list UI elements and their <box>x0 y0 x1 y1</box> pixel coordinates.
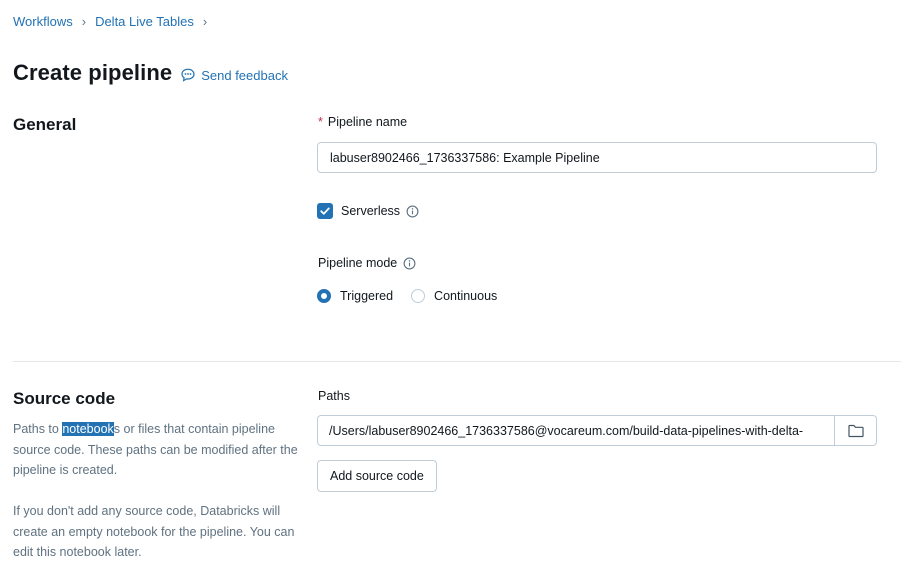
radio-triggered[interactable] <box>317 289 331 303</box>
title-row: Create pipeline Send feedback <box>13 60 288 86</box>
section-heading-general: General <box>13 115 77 134</box>
browse-path-button[interactable] <box>834 416 876 445</box>
info-icon[interactable] <box>406 205 419 218</box>
pipeline-name-label: * Pipeline name <box>318 115 407 129</box>
pipeline-name-value: labuser8902466_1736337586: Example Pipel… <box>330 150 600 165</box>
check-icon <box>320 207 330 215</box>
pipeline-name-input[interactable]: labuser8902466_1736337586: Example Pipel… <box>317 142 877 173</box>
send-feedback-link[interactable]: Send feedback <box>180 67 288 83</box>
serverless-checkbox[interactable] <box>317 203 333 219</box>
serverless-row: Serverless <box>317 203 419 219</box>
create-pipeline-page: Workflows › Delta Live Tables › Create p… <box>0 0 901 580</box>
path-input-group: /Users/labuser8902466_1736337586@vocareu… <box>317 415 877 446</box>
info-icon[interactable] <box>403 257 416 270</box>
radio-option-continuous[interactable]: Continuous <box>411 289 497 303</box>
desc-text-before: Paths to <box>13 422 63 436</box>
radio-continuous[interactable] <box>411 289 426 303</box>
page-title: Create pipeline <box>13 60 173 85</box>
section-divider <box>13 361 901 362</box>
breadcrumb-delta-live-tables[interactable]: Delta Live Tables <box>95 14 194 29</box>
folder-icon <box>847 424 864 437</box>
pipeline-mode-label-text: Pipeline mode <box>318 256 398 270</box>
radio-option-triggered[interactable]: Triggered <box>317 289 393 303</box>
chevron-right-icon: › <box>202 14 208 29</box>
serverless-label: Serverless <box>341 204 401 218</box>
path-value: /Users/labuser8902466_1736337586@vocareu… <box>329 423 804 438</box>
speech-bubble-icon <box>181 68 195 82</box>
radio-triggered-label: Triggered <box>340 289 394 303</box>
pipeline-name-label-text: Pipeline name <box>327 115 408 129</box>
pipeline-mode-radio-group: Triggered Continuous <box>317 289 515 303</box>
send-feedback-label: Send feedback <box>201 67 288 83</box>
desc-text-highlight: notebook <box>62 422 114 436</box>
breadcrumb-workflows[interactable]: Workflows <box>13 14 73 29</box>
source-code-empty-note: If you don't add any source code, Databr… <box>13 504 295 559</box>
path-input[interactable]: /Users/labuser8902466_1736337586@vocareu… <box>318 416 834 445</box>
paths-label: Paths <box>318 389 350 403</box>
section-heading-source-code: Source code <box>13 389 116 408</box>
add-source-code-button[interactable]: Add source code <box>317 460 437 492</box>
source-code-description: Paths to notebooks or files that contain… <box>13 419 303 481</box>
breadcrumb: Workflows › Delta Live Tables › <box>13 14 216 29</box>
chevron-right-icon: › <box>81 14 87 29</box>
radio-continuous-label: Continuous <box>434 289 498 303</box>
pipeline-mode-label: Pipeline mode <box>318 256 416 270</box>
required-marker: * <box>318 115 323 129</box>
